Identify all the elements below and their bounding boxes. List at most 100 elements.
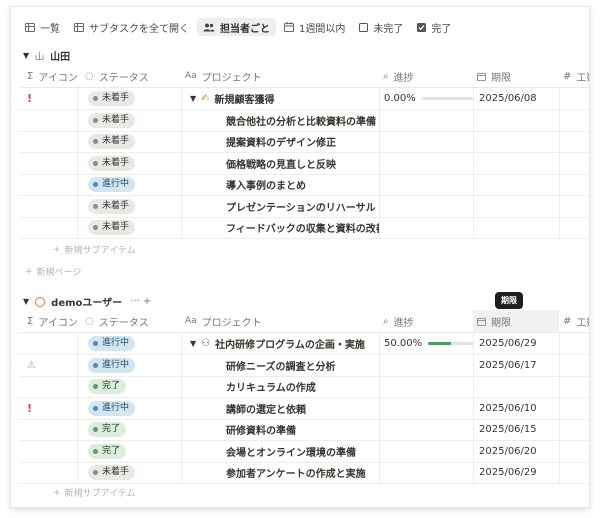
progress-cell[interactable] [379, 440, 473, 462]
table-row[interactable]: 完了 研修資料の準備 2025/06/15 [19, 419, 589, 441]
project-cell[interactable]: フィードバックの収集と資料の改善 [181, 217, 379, 238]
group-actions[interactable]: ··· + [130, 296, 151, 307]
chevron-down-icon[interactable]: ▼ [23, 297, 29, 306]
chevron-down-icon[interactable]: ▼ [190, 94, 196, 103]
progress-cell[interactable] [379, 419, 473, 440]
column-header-icon[interactable]: Σ アイコン [23, 310, 78, 332]
status-cell[interactable]: 完了 [77, 376, 181, 397]
progress-cell[interactable]: 0.00% [379, 88, 473, 109]
progress-cell[interactable] [379, 397, 473, 419]
work-cell[interactable] [559, 152, 589, 174]
due-cell[interactable] [473, 152, 559, 174]
progress-cell[interactable] [379, 462, 473, 483]
due-cell[interactable]: 2025/06/17 [473, 354, 559, 376]
work-cell[interactable] [559, 217, 589, 238]
column-header-work[interactable]: #工数 [559, 310, 589, 332]
work-cell[interactable] [559, 440, 589, 462]
due-cell[interactable] [473, 109, 559, 131]
due-cell[interactable]: 2025/06/20 [473, 440, 559, 462]
new-page-button[interactable]: + 新規ページ [25, 265, 81, 279]
status-cell[interactable]: 完了 [77, 419, 181, 440]
column-header-work[interactable]: #工数 [559, 65, 589, 87]
parent-task-row[interactable]: 進行中 ▼ ⚇ 社内研修プログラムの企画・実施 50.00% 2025/06/29 [19, 333, 589, 355]
column-header-icon[interactable]: Σ アイコン [23, 65, 78, 87]
parent-task-row[interactable]: ! 未着手 ▼ ✍ 新規顧客獲得 0.00% 2025/06/08 [19, 88, 589, 110]
icon-cell[interactable]: ⚠ [19, 355, 77, 376]
table-row[interactable]: ⚠ 進行中 研修ニーズの調査と分析 2025/06/17 [19, 354, 589, 377]
icon-cell[interactable] [19, 110, 77, 131]
due-cell[interactable] [473, 131, 559, 152]
work-cell[interactable] [559, 397, 589, 419]
project-cell[interactable]: 提案資料のデザイン修正 [181, 131, 379, 152]
work-cell[interactable] [559, 109, 589, 131]
table-row[interactable]: 未着手 フィードバックの収集と資料の改善 [19, 217, 589, 239]
icon-cell[interactable]: ! [19, 88, 77, 109]
column-header-project[interactable]: Aa プロジェクト [181, 65, 262, 87]
project-cell[interactable]: 講師の選定と依頼 [181, 397, 379, 419]
progress-cell[interactable] [379, 131, 473, 152]
project-cell[interactable]: 参加者アンケートの作成と実施 [181, 462, 379, 483]
group-header-demo-user[interactable]: ▼ demoユーザー ··· + [23, 294, 151, 309]
icon-cell[interactable] [19, 153, 77, 174]
table-row[interactable]: 未着手 価格戦略の見直しと反映 [19, 152, 589, 175]
icon-cell[interactable] [19, 419, 77, 440]
work-cell[interactable] [559, 333, 589, 354]
work-cell[interactable] [559, 354, 589, 376]
icon-cell[interactable] [19, 174, 77, 195]
table-row[interactable]: 未着手 競合他社の分析と比較資料の準備 [19, 109, 589, 132]
column-header-status[interactable]: ◌ ステータス [81, 65, 149, 87]
icon-cell[interactable] [19, 217, 77, 238]
progress-cell[interactable] [379, 109, 473, 131]
icon-cell[interactable] [19, 376, 77, 397]
project-cell[interactable]: ▼ ✍ 新規顧客獲得 [181, 88, 379, 109]
due-cell[interactable]: 2025/06/10 [473, 397, 559, 419]
progress-cell[interactable] [379, 376, 473, 397]
project-cell[interactable]: 競合他社の分析と比較資料の準備 [181, 109, 379, 131]
status-cell[interactable]: 未着手 [77, 152, 181, 174]
progress-cell[interactable] [379, 174, 473, 195]
status-cell[interactable]: 未着手 [77, 109, 181, 131]
column-header-status[interactable]: ◌ ステータス [81, 310, 149, 332]
icon-cell[interactable]: ! [19, 398, 77, 419]
column-header-project[interactable]: Aa プロジェクト [181, 310, 262, 332]
tab-list[interactable]: 一覧 [19, 18, 66, 36]
project-cell[interactable]: カリキュラムの作成 [181, 376, 379, 397]
status-cell[interactable]: 進行中 [77, 333, 181, 354]
progress-cell[interactable] [379, 152, 473, 174]
tab-incomplete[interactable]: 未完了 [353, 18, 409, 36]
progress-cell[interactable] [379, 354, 473, 376]
project-cell[interactable]: 価格戦略の見直しと反映 [181, 152, 379, 174]
table-row[interactable]: 未着手 プレゼンテーションのリハーサル [19, 195, 589, 218]
project-cell[interactable]: 研修資料の準備 [181, 419, 379, 440]
table-row[interactable]: 進行中 導入事例のまとめ [19, 174, 589, 196]
status-cell[interactable]: 未着手 [77, 195, 181, 217]
due-cell[interactable]: 2025/06/29 [473, 333, 559, 354]
work-cell[interactable] [559, 419, 589, 440]
column-header-progress[interactable]: ⌕ 進捗 [379, 65, 414, 87]
chevron-down-icon[interactable]: ▼ [190, 339, 196, 348]
work-cell[interactable] [559, 195, 589, 217]
work-cell[interactable] [559, 174, 589, 195]
progress-cell[interactable]: 50.00% [379, 333, 473, 354]
icon-cell[interactable] [19, 196, 77, 217]
status-cell[interactable]: 完了 [77, 440, 181, 462]
status-cell[interactable]: 未着手 [77, 217, 181, 238]
project-cell[interactable]: 会場とオンライン環境の準備 [181, 440, 379, 462]
project-cell[interactable]: 導入事例のまとめ [181, 174, 379, 195]
due-cell[interactable] [473, 376, 559, 397]
status-cell[interactable]: 進行中 [77, 397, 181, 419]
status-cell[interactable]: 進行中 [77, 354, 181, 376]
status-cell[interactable]: 未着手 [77, 131, 181, 152]
chevron-down-icon[interactable]: ▼ [23, 51, 29, 60]
tab-complete[interactable]: 完了 [411, 18, 457, 36]
column-header-due[interactable]: 期限 [473, 310, 559, 332]
due-cell[interactable] [473, 174, 559, 195]
work-cell[interactable] [559, 462, 589, 483]
project-cell[interactable]: 研修ニーズの調査と分析 [181, 354, 379, 376]
group-header-yamada[interactable]: ▼ 山田 [23, 48, 70, 63]
table-row[interactable]: 完了 カリキュラムの作成 [19, 376, 589, 398]
column-header-progress[interactable]: ⌕ 進捗 [379, 310, 414, 332]
status-cell[interactable]: 進行中 [77, 174, 181, 195]
due-cell[interactable]: 2025/06/08 [473, 88, 559, 109]
due-cell[interactable]: 2025/06/29 [473, 462, 559, 483]
